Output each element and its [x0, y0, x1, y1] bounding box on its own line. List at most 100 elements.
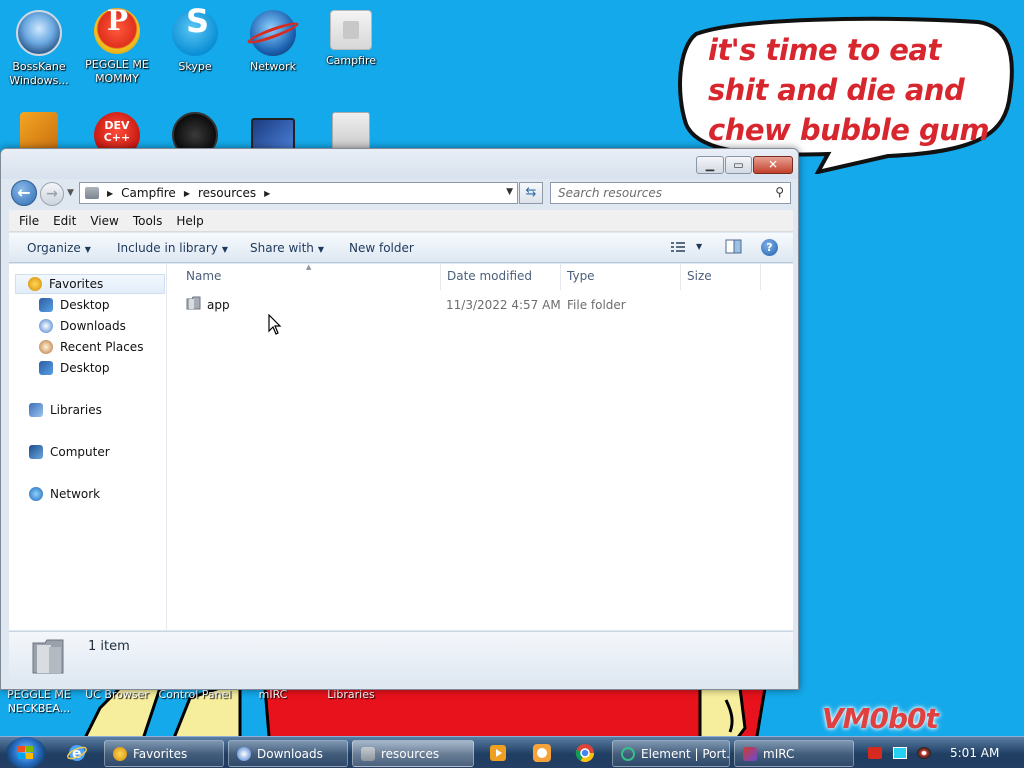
- desktop-icon-campfire[interactable]: Campfire: [314, 10, 388, 68]
- menu-file[interactable]: File: [19, 214, 39, 228]
- nav-network[interactable]: Network: [29, 484, 100, 504]
- search-icon[interactable]: ⚲: [775, 185, 784, 199]
- campfire-folder-icon: [330, 10, 372, 50]
- taskbar-pinned-chrome[interactable]: [574, 742, 598, 764]
- search-box[interactable]: ⚲: [550, 182, 791, 204]
- refresh-icon: ⇆: [525, 185, 537, 200]
- view-options-dropdown-icon[interactable]: ▼: [696, 242, 702, 251]
- taskbar-pinned-ie[interactable]: e: [66, 742, 90, 764]
- nav-recent-places[interactable]: Recent Places: [39, 337, 143, 357]
- column-header-name[interactable]: Name: [186, 269, 221, 283]
- nav-favorites-label: Favorites: [49, 277, 104, 291]
- organize-button[interactable]: Organize ▼: [27, 241, 91, 255]
- breadcrumb-chevron-icon[interactable]: ▶: [107, 189, 113, 198]
- desktop-icon-network[interactable]: Network: [236, 10, 310, 74]
- taskbar-pinned-media[interactable]: [487, 742, 511, 764]
- breadcrumb-chevron-icon[interactable]: ▶: [184, 189, 190, 198]
- help-icon[interactable]: ?: [761, 239, 778, 256]
- explorer-window: ▁ ▭ ✕ ← → ▼ ▶ Campfire ▶ resources ▶ ▼ ⇆…: [0, 148, 799, 690]
- sort-ascending-icon: ▲: [306, 263, 312, 271]
- nav-recent-places-label: Recent Places: [60, 340, 144, 354]
- nav-desktop-2-label: Desktop: [60, 361, 110, 375]
- tray-app-icon[interactable]: [917, 747, 931, 759]
- recent-places-icon: [39, 340, 53, 354]
- tray-display-icon[interactable]: [893, 747, 907, 759]
- nav-computer[interactable]: Computer: [29, 442, 110, 462]
- desktop-icon-bosskane[interactable]: BossKane Windows...: [2, 10, 76, 88]
- nav-desktop-2[interactable]: Desktop: [39, 358, 110, 378]
- maximize-button[interactable]: ▭: [725, 156, 752, 174]
- desktop-icon-label-uc-browser[interactable]: UC Browser: [78, 688, 156, 702]
- task-label: Element | Port...: [641, 746, 730, 761]
- nav-favorites[interactable]: Favorites: [15, 274, 165, 294]
- desktop-icon-peggle-mommy[interactable]: P PEGGLE ME MOMMY: [80, 7, 154, 86]
- breadcrumb-campfire[interactable]: Campfire: [121, 186, 176, 200]
- tray-flag-icon[interactable]: [868, 747, 882, 759]
- change-view-icon[interactable]: [670, 239, 688, 255]
- taskbar-task-mirc[interactable]: mIRC: [734, 740, 854, 767]
- include-in-library-button[interactable]: Include in library ▼: [117, 241, 228, 255]
- share-with-button[interactable]: Share with ▼: [250, 241, 324, 255]
- internet-explorer-icon: e: [67, 745, 87, 762]
- nav-downloads-label: Downloads: [60, 319, 126, 333]
- breadcrumb-resources[interactable]: resources: [198, 186, 256, 200]
- block-character-icon: [20, 112, 58, 152]
- desktop-icon-skype[interactable]: S Skype: [158, 5, 232, 74]
- column-divider[interactable]: [440, 264, 441, 290]
- new-folder-button[interactable]: New folder: [349, 241, 414, 255]
- menu-tools[interactable]: Tools: [133, 214, 163, 228]
- folder-large-icon: [32, 639, 64, 674]
- recent-pages-dropdown[interactable]: ▼: [67, 188, 74, 198]
- windows-logo-icon: [18, 746, 33, 759]
- chevron-down-icon: ▼: [317, 245, 325, 254]
- menu-edit[interactable]: Edit: [53, 214, 76, 228]
- back-button[interactable]: ←: [11, 180, 37, 206]
- taskbar-task-element[interactable]: Element | Port...: [612, 740, 730, 767]
- column-header-type[interactable]: Type: [567, 269, 595, 283]
- column-divider[interactable]: [680, 264, 681, 290]
- desktop-icon-label-control-panel[interactable]: Control Panel: [156, 688, 234, 702]
- desktop-icon-label: Campfire: [325, 54, 377, 67]
- bosskane-icon: [16, 10, 62, 56]
- taskbar-task-resources[interactable]: resources: [352, 740, 474, 767]
- downloads-icon: [39, 319, 53, 333]
- content-area: Favorites Desktop Downloads Recent Place…: [9, 263, 793, 630]
- breadcrumb-chevron-icon[interactable]: ▶: [264, 189, 270, 198]
- search-input[interactable]: [551, 183, 761, 203]
- start-button[interactable]: [6, 737, 46, 768]
- file-list: ▲ Name Date modified Type Size app 11/3/…: [168, 263, 793, 630]
- column-header-date-modified[interactable]: Date modified: [447, 269, 532, 283]
- column-divider[interactable]: [560, 264, 561, 290]
- desktop-icon-label-libraries[interactable]: Libraries: [312, 688, 390, 702]
- address-bar[interactable]: ▶ Campfire ▶ resources ▶ ▼: [79, 182, 518, 204]
- chrome-icon: [575, 744, 594, 763]
- network-globe-icon: [245, 10, 301, 56]
- item-count: 1 item: [88, 639, 130, 654]
- forward-button[interactable]: →: [40, 182, 64, 206]
- taskbar-clock[interactable]: 5:01 AM: [950, 746, 999, 760]
- title-bar[interactable]: ▁ ▭ ✕: [1, 149, 798, 179]
- minimize-button[interactable]: ▁: [696, 156, 724, 174]
- taskbar-task-downloads[interactable]: Downloads: [228, 740, 348, 767]
- network-icon: [29, 487, 43, 501]
- file-date-modified: 11/3/2022 4:57 AM: [446, 298, 561, 312]
- address-dropdown-icon[interactable]: ▼: [506, 187, 513, 197]
- desktop-icon-label-peggle-neckbeard[interactable]: PEGGLE ME NECKBEA...: [0, 688, 78, 716]
- column-header-size[interactable]: Size: [687, 269, 712, 283]
- nav-libraries[interactable]: Libraries: [29, 400, 102, 420]
- nav-desktop[interactable]: Desktop: [39, 295, 110, 315]
- taskbar-task-favorites[interactable]: Favorites: [104, 740, 224, 767]
- maximize-icon: ▭: [733, 158, 744, 172]
- menu-view[interactable]: View: [90, 214, 118, 228]
- menu-help[interactable]: Help: [176, 214, 203, 228]
- nav-downloads[interactable]: Downloads: [39, 316, 126, 336]
- desktop-icon-label-mirc[interactable]: mIRC: [234, 688, 312, 702]
- close-button[interactable]: ✕: [753, 156, 793, 174]
- share-with-label: Share with: [250, 241, 314, 255]
- details-pane: 1 item: [9, 631, 793, 683]
- preview-pane-icon[interactable]: [725, 239, 743, 255]
- refresh-button[interactable]: ⇆: [519, 182, 543, 204]
- column-divider[interactable]: [760, 264, 761, 290]
- explorer-icon: [113, 746, 127, 761]
- taskbar-pinned-uc[interactable]: [531, 742, 555, 764]
